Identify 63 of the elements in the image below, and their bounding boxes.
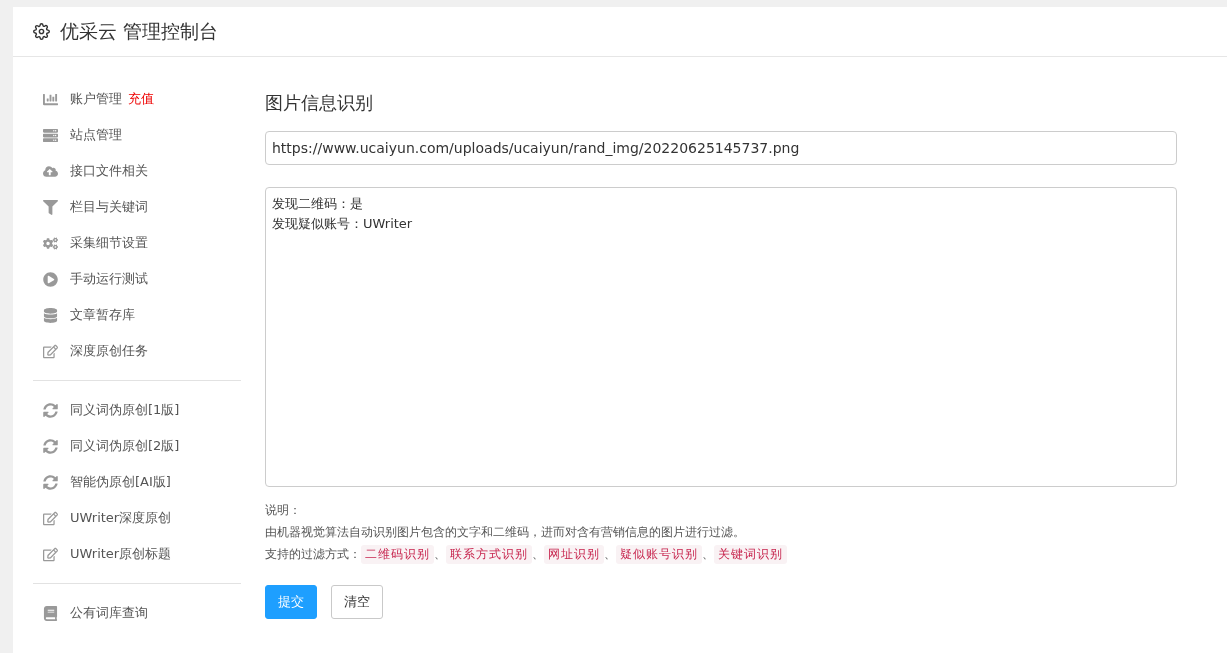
note-heading: 说明： xyxy=(265,502,302,519)
sidebar-label: UWriter原创标题 xyxy=(70,545,172,563)
sidebar-label: 站点管理 xyxy=(70,126,122,144)
separator: 、 xyxy=(434,545,446,563)
sidebar-label: 采集细节设置 xyxy=(70,234,148,252)
database-icon xyxy=(43,307,58,323)
sidebar-label: 深度原创任务 xyxy=(70,342,148,360)
separator: 、 xyxy=(604,545,616,563)
sidebar-item[interactable]: 栏目与关键词 xyxy=(33,189,241,225)
sidebar-label: 公有词库查询 xyxy=(70,604,148,622)
sidebar-label: 智能伪原创[AI版] xyxy=(70,473,171,491)
sidebar-item[interactable]: UWriter原创标题 xyxy=(33,536,241,572)
sidebar-item[interactable]: 深度原创任务 xyxy=(33,333,241,369)
sidebar-label: 同义词伪原创[2版] xyxy=(70,437,180,455)
sidebar-label: 文章暂存库 xyxy=(70,306,135,324)
separator: 、 xyxy=(532,545,544,563)
cloud-upload-icon xyxy=(43,163,58,179)
note-description: 由机器视觉算法自动识别图片包含的文字和二维码，进而对含有营销信息的图片进行过滤。 xyxy=(265,524,746,541)
method-tag: 网址识别 xyxy=(544,544,604,564)
sidebar-label: 栏目与关键词 xyxy=(70,198,148,216)
play-icon xyxy=(43,271,58,287)
sidebar-item[interactable]: 站点管理 xyxy=(33,117,241,153)
page-title: 图片信息识别 xyxy=(265,91,374,115)
result-line: 发现二维码：是 xyxy=(272,195,364,213)
result-line: 发现疑似账号：UWriter xyxy=(272,215,414,233)
gears-icon xyxy=(43,235,58,251)
sidebar-item[interactable]: 文章暂存库 xyxy=(33,297,241,333)
method-tag: 关键词识别 xyxy=(714,544,787,564)
server-icon xyxy=(43,127,58,143)
sidebar-label: 同义词伪原创[1版] xyxy=(70,401,180,419)
sidebar-item[interactable]: UWriter深度原创 xyxy=(33,500,241,536)
sidebar-item[interactable]: 手动运行测试 xyxy=(33,261,241,297)
refresh-icon xyxy=(43,402,58,418)
settings-icon xyxy=(33,23,50,40)
method-tag: 联系方式识别 xyxy=(446,544,532,564)
sidebar-item[interactable]: 同义词伪原创[1版] xyxy=(33,392,241,428)
sidebar-item[interactable]: 接口文件相关 xyxy=(33,153,241,189)
clear-button[interactable]: 清空 xyxy=(331,585,383,619)
sidebar-label: UWriter深度原创 xyxy=(70,509,172,527)
edit-icon xyxy=(43,343,58,359)
method-tag: 疑似账号识别 xyxy=(616,544,702,564)
bar-chart-icon xyxy=(43,91,58,107)
separator: 、 xyxy=(702,545,714,563)
result-field[interactable]: 发现二维码：是 发现疑似账号：UWriter xyxy=(265,187,1177,487)
filter-icon xyxy=(43,199,58,215)
edit-icon xyxy=(43,546,58,562)
sidebar-item[interactable]: 同义词伪原创[2版] xyxy=(33,428,241,464)
refresh-icon xyxy=(43,438,58,454)
refresh-icon xyxy=(43,474,58,490)
sidebar-item[interactable]: 智能伪原创[AI版] xyxy=(33,464,241,500)
sidebar-item[interactable]: 采集细节设置 xyxy=(33,225,241,261)
methods-label: 支持的过滤方式： xyxy=(265,545,361,563)
sidebar-item[interactable]: 账户管理 充值 xyxy=(33,81,241,117)
app-title: 优采云 管理控制台 xyxy=(60,18,219,44)
method-tag: 二维码识别 xyxy=(361,544,434,564)
sidebar-label: 接口文件相关 xyxy=(70,162,148,180)
sidebar-item[interactable]: 公有词库查询 xyxy=(33,595,241,631)
edit-icon xyxy=(43,510,58,526)
url-field[interactable]: https://www.ucaiyun.com/uploads/ucaiyun/rand_img/20220625145737.png xyxy=(265,131,1177,165)
sidebar-label: 账户管理 xyxy=(70,90,122,108)
book-icon xyxy=(43,605,58,621)
sidebar-label: 手动运行测试 xyxy=(70,270,148,288)
recharge-link[interactable]: 充值 xyxy=(128,90,154,108)
